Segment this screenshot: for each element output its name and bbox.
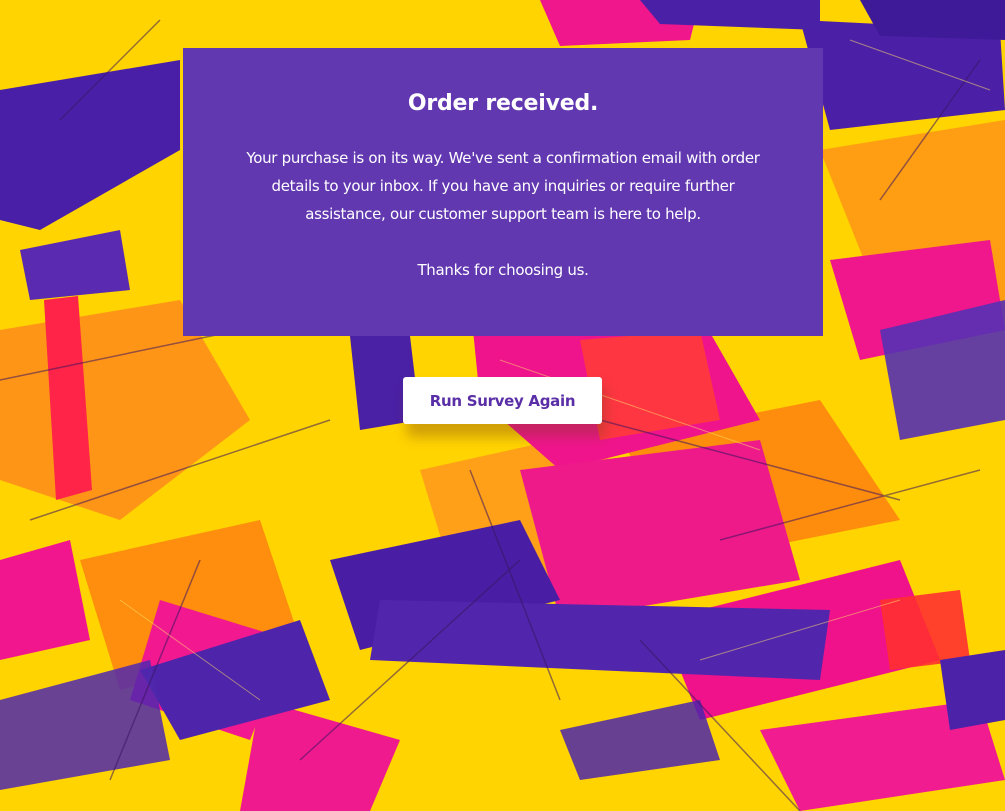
run-survey-again-button[interactable]: Run Survey Again (403, 377, 602, 424)
card-title: Order received. (407, 91, 599, 116)
confirmation-message: Your purchase is on its way. We've sent … (246, 149, 760, 223)
thanks-message: Thanks for choosing us. (417, 261, 589, 279)
run-survey-again-button-wrapper: Run Survey Again (403, 377, 606, 437)
order-confirmation-card: Order received. Your purchase is on its … (183, 48, 823, 336)
